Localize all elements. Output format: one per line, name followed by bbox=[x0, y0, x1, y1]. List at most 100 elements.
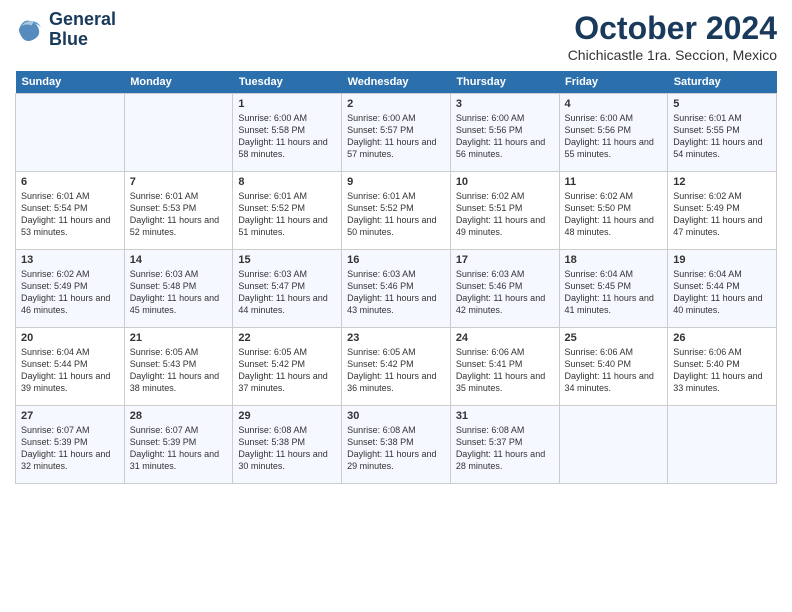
calendar-cell: 18 Sunrise: 6:04 AMSunset: 5:45 PMDaylig… bbox=[559, 250, 668, 328]
logo-line1: General bbox=[49, 10, 116, 30]
calendar-cell bbox=[124, 94, 233, 172]
cell-info: Sunrise: 6:04 AMSunset: 5:44 PMDaylight:… bbox=[21, 347, 110, 393]
calendar-cell: 31 Sunrise: 6:08 AMSunset: 5:37 PMDaylig… bbox=[450, 406, 559, 484]
cell-info: Sunrise: 6:00 AMSunset: 5:56 PMDaylight:… bbox=[565, 113, 654, 159]
cell-info: Sunrise: 6:07 AMSunset: 5:39 PMDaylight:… bbox=[21, 425, 110, 471]
cell-info: Sunrise: 6:03 AMSunset: 5:48 PMDaylight:… bbox=[130, 269, 219, 315]
day-header-wednesday: Wednesday bbox=[342, 71, 451, 94]
cell-info: Sunrise: 6:06 AMSunset: 5:40 PMDaylight:… bbox=[565, 347, 654, 393]
date-number: 3 bbox=[456, 98, 554, 110]
cell-info: Sunrise: 6:05 AMSunset: 5:42 PMDaylight:… bbox=[347, 347, 436, 393]
location: Chichicastle 1ra. Seccion, Mexico bbox=[568, 47, 777, 63]
calendar-cell: 20 Sunrise: 6:04 AMSunset: 5:44 PMDaylig… bbox=[16, 328, 125, 406]
cell-info: Sunrise: 6:01 AMSunset: 5:54 PMDaylight:… bbox=[21, 191, 110, 237]
cell-info: Sunrise: 6:05 AMSunset: 5:42 PMDaylight:… bbox=[238, 347, 327, 393]
cell-info: Sunrise: 6:01 AMSunset: 5:55 PMDaylight:… bbox=[673, 113, 762, 159]
day-header-sunday: Sunday bbox=[16, 71, 125, 94]
date-number: 15 bbox=[238, 254, 336, 266]
day-header-saturday: Saturday bbox=[668, 71, 777, 94]
calendar-cell: 29 Sunrise: 6:08 AMSunset: 5:38 PMDaylig… bbox=[233, 406, 342, 484]
cell-info: Sunrise: 6:07 AMSunset: 5:39 PMDaylight:… bbox=[130, 425, 219, 471]
date-number: 24 bbox=[456, 332, 554, 344]
cell-info: Sunrise: 6:06 AMSunset: 5:41 PMDaylight:… bbox=[456, 347, 545, 393]
date-number: 27 bbox=[21, 410, 119, 422]
date-number: 2 bbox=[347, 98, 445, 110]
date-number: 30 bbox=[347, 410, 445, 422]
calendar-table: SundayMondayTuesdayWednesdayThursdayFrid… bbox=[15, 71, 777, 484]
calendar-cell: 9 Sunrise: 6:01 AMSunset: 5:52 PMDayligh… bbox=[342, 172, 451, 250]
date-number: 4 bbox=[565, 98, 663, 110]
calendar-cell: 14 Sunrise: 6:03 AMSunset: 5:48 PMDaylig… bbox=[124, 250, 233, 328]
header: General Blue October 2024 Chichicastle 1… bbox=[15, 10, 777, 63]
logo: General Blue bbox=[15, 10, 116, 50]
day-header-monday: Monday bbox=[124, 71, 233, 94]
date-number: 13 bbox=[21, 254, 119, 266]
cell-info: Sunrise: 6:01 AMSunset: 5:52 PMDaylight:… bbox=[347, 191, 436, 237]
calendar-cell: 26 Sunrise: 6:06 AMSunset: 5:40 PMDaylig… bbox=[668, 328, 777, 406]
calendar-cell: 12 Sunrise: 6:02 AMSunset: 5:49 PMDaylig… bbox=[668, 172, 777, 250]
calendar-cell: 3 Sunrise: 6:00 AMSunset: 5:56 PMDayligh… bbox=[450, 94, 559, 172]
cell-info: Sunrise: 6:00 AMSunset: 5:57 PMDaylight:… bbox=[347, 113, 436, 159]
day-header-thursday: Thursday bbox=[450, 71, 559, 94]
calendar-cell: 15 Sunrise: 6:03 AMSunset: 5:47 PMDaylig… bbox=[233, 250, 342, 328]
cell-info: Sunrise: 6:02 AMSunset: 5:49 PMDaylight:… bbox=[21, 269, 110, 315]
cell-info: Sunrise: 6:03 AMSunset: 5:46 PMDaylight:… bbox=[456, 269, 545, 315]
date-number: 12 bbox=[673, 176, 771, 188]
date-number: 17 bbox=[456, 254, 554, 266]
date-number: 25 bbox=[565, 332, 663, 344]
calendar-cell bbox=[668, 406, 777, 484]
date-number: 1 bbox=[238, 98, 336, 110]
calendar-cell: 6 Sunrise: 6:01 AMSunset: 5:54 PMDayligh… bbox=[16, 172, 125, 250]
date-number: 5 bbox=[673, 98, 771, 110]
calendar-cell: 19 Sunrise: 6:04 AMSunset: 5:44 PMDaylig… bbox=[668, 250, 777, 328]
calendar-cell: 5 Sunrise: 6:01 AMSunset: 5:55 PMDayligh… bbox=[668, 94, 777, 172]
logo-line2: Blue bbox=[49, 30, 116, 50]
date-number: 18 bbox=[565, 254, 663, 266]
date-number: 22 bbox=[238, 332, 336, 344]
date-number: 31 bbox=[456, 410, 554, 422]
calendar-cell: 27 Sunrise: 6:07 AMSunset: 5:39 PMDaylig… bbox=[16, 406, 125, 484]
cell-info: Sunrise: 6:08 AMSunset: 5:38 PMDaylight:… bbox=[238, 425, 327, 471]
cell-info: Sunrise: 6:04 AMSunset: 5:45 PMDaylight:… bbox=[565, 269, 654, 315]
calendar-cell: 30 Sunrise: 6:08 AMSunset: 5:38 PMDaylig… bbox=[342, 406, 451, 484]
date-number: 7 bbox=[130, 176, 228, 188]
date-number: 9 bbox=[347, 176, 445, 188]
calendar-cell: 17 Sunrise: 6:03 AMSunset: 5:46 PMDaylig… bbox=[450, 250, 559, 328]
calendar-cell: 7 Sunrise: 6:01 AMSunset: 5:53 PMDayligh… bbox=[124, 172, 233, 250]
cell-info: Sunrise: 6:04 AMSunset: 5:44 PMDaylight:… bbox=[673, 269, 762, 315]
cell-info: Sunrise: 6:02 AMSunset: 5:51 PMDaylight:… bbox=[456, 191, 545, 237]
date-number: 29 bbox=[238, 410, 336, 422]
calendar-cell: 25 Sunrise: 6:06 AMSunset: 5:40 PMDaylig… bbox=[559, 328, 668, 406]
calendar-cell: 22 Sunrise: 6:05 AMSunset: 5:42 PMDaylig… bbox=[233, 328, 342, 406]
cell-info: Sunrise: 6:03 AMSunset: 5:47 PMDaylight:… bbox=[238, 269, 327, 315]
logo-text: General Blue bbox=[49, 10, 116, 50]
date-number: 28 bbox=[130, 410, 228, 422]
calendar-cell bbox=[559, 406, 668, 484]
month-title: October 2024 bbox=[568, 10, 777, 47]
cell-info: Sunrise: 6:05 AMSunset: 5:43 PMDaylight:… bbox=[130, 347, 219, 393]
calendar-cell: 16 Sunrise: 6:03 AMSunset: 5:46 PMDaylig… bbox=[342, 250, 451, 328]
date-number: 11 bbox=[565, 176, 663, 188]
calendar-cell: 24 Sunrise: 6:06 AMSunset: 5:41 PMDaylig… bbox=[450, 328, 559, 406]
cell-info: Sunrise: 6:03 AMSunset: 5:46 PMDaylight:… bbox=[347, 269, 436, 315]
date-number: 16 bbox=[347, 254, 445, 266]
calendar-cell: 21 Sunrise: 6:05 AMSunset: 5:43 PMDaylig… bbox=[124, 328, 233, 406]
cell-info: Sunrise: 6:02 AMSunset: 5:50 PMDaylight:… bbox=[565, 191, 654, 237]
calendar-cell: 28 Sunrise: 6:07 AMSunset: 5:39 PMDaylig… bbox=[124, 406, 233, 484]
date-number: 10 bbox=[456, 176, 554, 188]
date-number: 20 bbox=[21, 332, 119, 344]
day-header-friday: Friday bbox=[559, 71, 668, 94]
date-number: 23 bbox=[347, 332, 445, 344]
cell-info: Sunrise: 6:01 AMSunset: 5:53 PMDaylight:… bbox=[130, 191, 219, 237]
title-block: October 2024 Chichicastle 1ra. Seccion, … bbox=[568, 10, 777, 63]
calendar-cell: 10 Sunrise: 6:02 AMSunset: 5:51 PMDaylig… bbox=[450, 172, 559, 250]
calendar-cell: 4 Sunrise: 6:00 AMSunset: 5:56 PMDayligh… bbox=[559, 94, 668, 172]
calendar-cell: 2 Sunrise: 6:00 AMSunset: 5:57 PMDayligh… bbox=[342, 94, 451, 172]
cell-info: Sunrise: 6:08 AMSunset: 5:38 PMDaylight:… bbox=[347, 425, 436, 471]
cell-info: Sunrise: 6:06 AMSunset: 5:40 PMDaylight:… bbox=[673, 347, 762, 393]
date-number: 8 bbox=[238, 176, 336, 188]
logo-icon bbox=[15, 15, 45, 45]
cell-info: Sunrise: 6:00 AMSunset: 5:58 PMDaylight:… bbox=[238, 113, 327, 159]
date-number: 6 bbox=[21, 176, 119, 188]
day-header-tuesday: Tuesday bbox=[233, 71, 342, 94]
